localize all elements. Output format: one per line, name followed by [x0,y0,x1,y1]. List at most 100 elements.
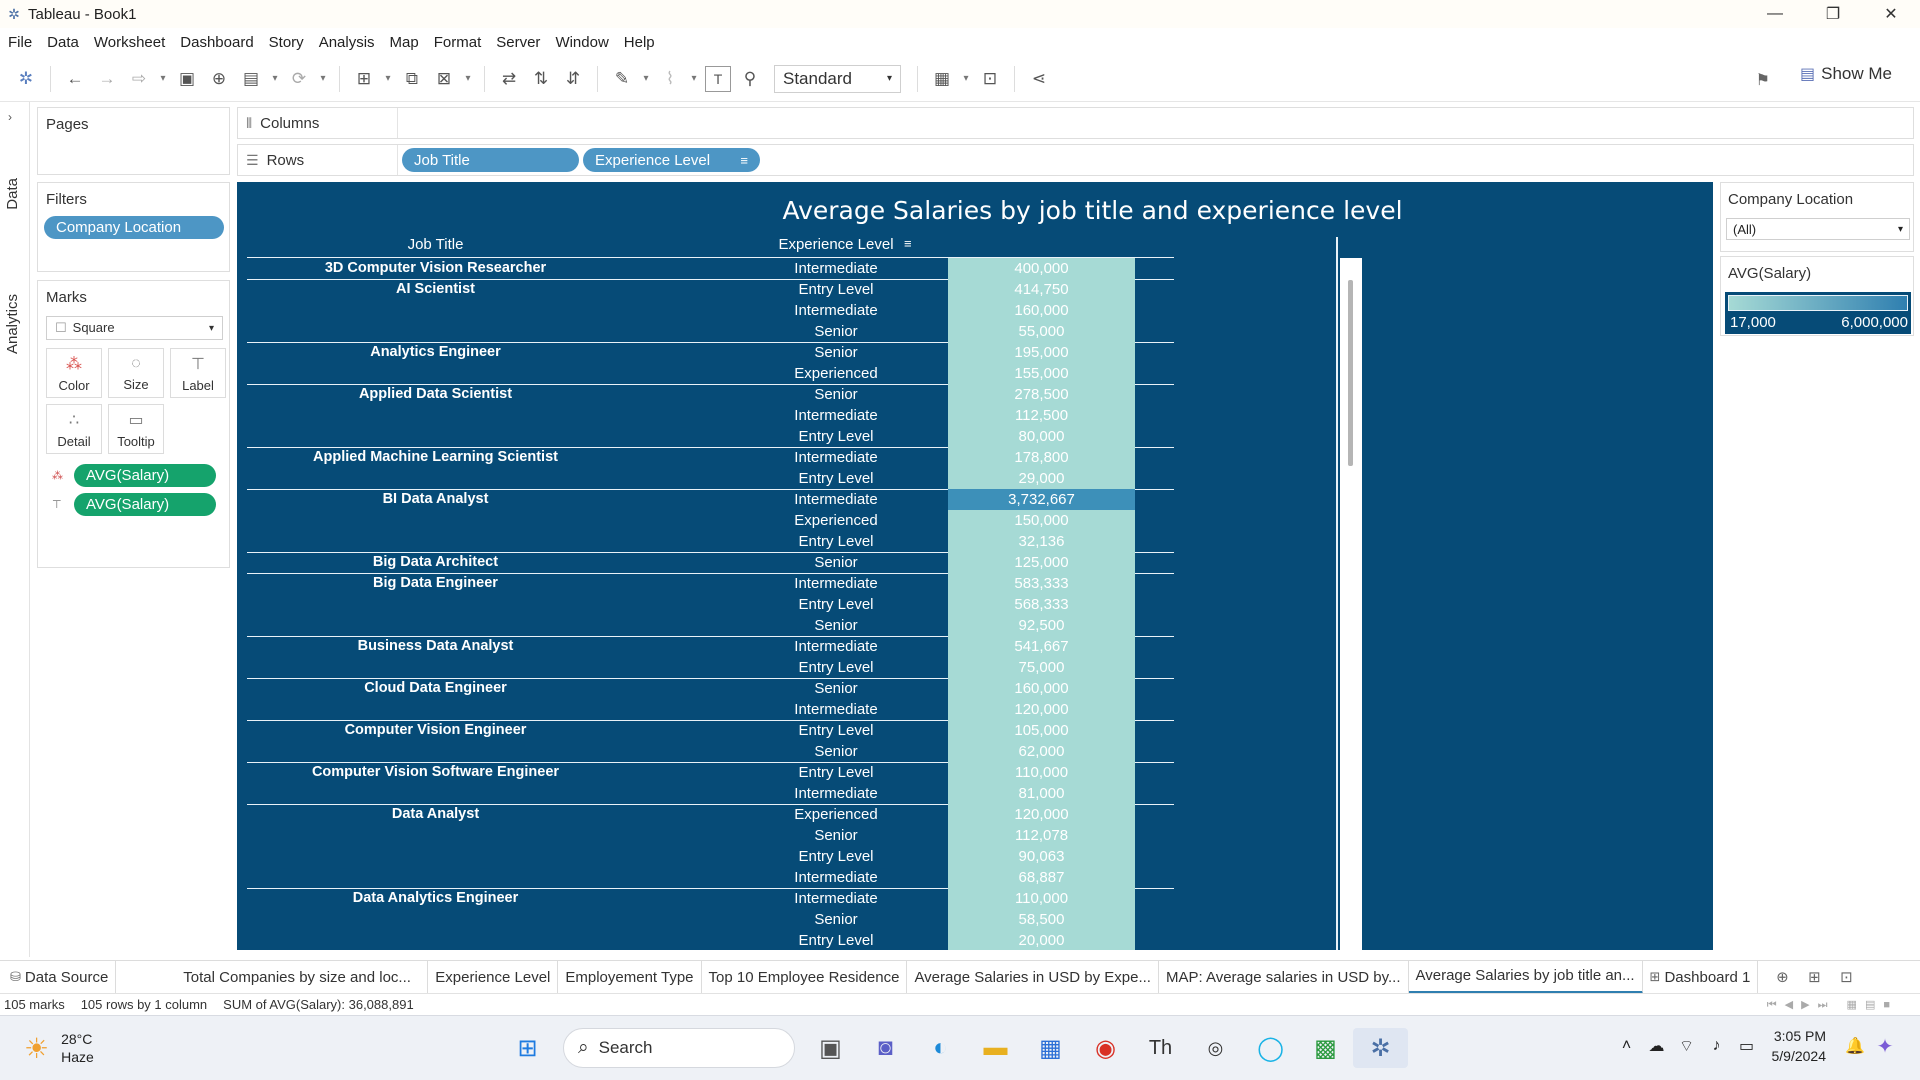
color-button[interactable]: ⁂ Color [46,348,102,398]
tab-experience-level[interactable]: Experience Level [428,960,559,994]
job-title-cell[interactable]: Cloud Data Engineer [247,678,624,699]
rows-pill-experience-level[interactable]: Experience Level ≡ [583,148,760,172]
salary-value-cell[interactable]: 90,063 [948,846,1135,867]
job-title-cell[interactable]: Business Data Analyst [247,636,624,657]
experience-level-cell[interactable]: Experienced [707,510,965,531]
experience-level-cell[interactable]: Entry Level [707,762,965,783]
copilot-icon[interactable]: ✦ [1870,1034,1900,1059]
menu-map[interactable]: Map [382,34,426,51]
sheet-navigation[interactable]: ⏮◀▶⏭ ▦▤■ [1767,998,1898,1012]
salary-value-cell[interactable]: 58,500 [948,909,1135,930]
job-title-cell[interactable]: Big Data Architect [247,552,624,573]
chevron-down-icon[interactable]: ▾ [315,63,331,95]
experience-level-cell[interactable]: Entry Level [707,531,965,552]
detail-button[interactable]: ∴ Detail [46,404,102,454]
salary-value-cell[interactable]: 125,000 [948,552,1135,573]
onedrive-icon[interactable]: ☁ [1642,1036,1672,1056]
refresh-icon[interactable]: ⟳ [283,63,315,95]
new-data-source-icon[interactable]: ⊕ [203,63,235,95]
salary-value-cell[interactable]: 3,732,667 [948,489,1135,510]
alexa-icon[interactable]: ◯ [1243,1028,1298,1068]
save-icon[interactable]: ▣ [171,63,203,95]
experience-level-cell[interactable]: Entry Level [707,279,965,300]
salary-value-cell[interactable]: 62,000 [948,741,1135,762]
chevron-down-icon[interactable]: ▾ [460,63,476,95]
experience-level-cell[interactable]: Intermediate [707,888,965,909]
weather-widget[interactable]: ☀ 28°C Haze [24,1030,94,1066]
tab-top-10-employee-residence[interactable]: Top 10 Employee Residence [702,960,908,994]
experience-level-cell[interactable]: Senior [707,384,965,405]
restore-icon[interactable]: ❐ [1804,0,1862,28]
job-title-cell[interactable]: AI Scientist [247,279,624,300]
experience-level-cell[interactable]: Senior [707,615,965,636]
salary-value-cell[interactable]: 400,000 [948,258,1135,279]
experience-level-cell[interactable]: Entry Level [707,846,965,867]
label-button[interactable]: ⊤ Label [170,348,226,398]
salary-value-cell[interactable]: 414,750 [948,279,1135,300]
menu-story[interactable]: Story [261,34,311,51]
clock[interactable]: 3:05 PM 5/9/2024 [1772,1026,1827,1066]
job-title-cell[interactable]: Applied Machine Learning Scientist [247,447,624,468]
label-pill-avg-salary[interactable]: AVG(Salary) [74,493,216,516]
sort-ascending-icon[interactable]: ⇅ [525,63,557,95]
pin-icon[interactable]: ⚑ [1756,70,1770,90]
show-cards-icon[interactable]: ▦ [926,63,958,95]
new-dashboard-icon[interactable]: ⊞ [1798,968,1830,986]
menu-data[interactable]: Data [39,34,86,51]
spreadsheet-app-icon[interactable]: ▩ [1298,1028,1353,1068]
tab-employement-type[interactable]: Employement Type [558,960,702,994]
tableau-home-icon[interactable]: ✲ [10,63,42,95]
salary-value-cell[interactable]: 68,887 [948,867,1135,888]
rows-shelf[interactable]: ☰ Rows Job Title Experience Level ≡ [237,144,1914,176]
experience-level-cell[interactable]: Experienced [707,804,965,825]
experience-level-cell[interactable]: Senior [707,825,965,846]
chevron-down-icon[interactable]: ▾ [638,63,654,95]
salary-value-cell[interactable]: 195,000 [948,342,1135,363]
salary-value-cell[interactable]: 150,000 [948,510,1135,531]
typora-icon[interactable]: Th [1133,1028,1188,1068]
presentation-mode-icon[interactable]: ⊡ [974,63,1006,95]
show-me-button[interactable]: ▤ Show Me [1800,64,1892,84]
salary-value-cell[interactable]: 583,333 [948,573,1135,594]
salary-value-cell[interactable]: 105,000 [948,720,1135,741]
chevron-down-icon[interactable]: ▾ [686,63,702,95]
volume-icon[interactable]: ♪ [1702,1037,1732,1055]
scrollbar-thumb[interactable] [1348,280,1353,466]
job-title-cell[interactable]: Data Analytics Engineer [247,888,624,909]
sort-icon[interactable]: ≡ [904,236,912,251]
close-icon[interactable]: ✕ [1862,0,1920,28]
dell-icon[interactable]: ◎ [1188,1028,1243,1068]
tab-dashboard-1[interactable]: ⊞ Dashboard 1 [1643,960,1759,994]
chevron-down-icon[interactable]: ▾ [958,63,974,95]
salary-value-cell[interactable]: 110,000 [948,888,1135,909]
share-icon[interactable]: ⋖ [1023,63,1055,95]
chevron-down-icon[interactable]: ▾ [380,63,396,95]
color-pill-avg-salary[interactable]: AVG(Salary) [74,464,216,487]
experience-level-cell[interactable]: Senior [707,321,965,342]
job-title-cell[interactable]: Computer Vision Software Engineer [247,762,624,783]
experience-level-cell[interactable]: Senior [707,552,965,573]
experience-level-cell[interactable]: Entry Level [707,930,965,950]
salary-value-cell[interactable]: 20,000 [948,930,1135,950]
pause-updates-icon[interactable]: ▤ [235,63,267,95]
experience-level-cell[interactable]: Intermediate [707,489,965,510]
salary-value-cell[interactable]: 81,000 [948,783,1135,804]
experience-level-cell[interactable]: Senior [707,741,965,762]
file-explorer-icon[interactable]: ▬ [968,1028,1023,1068]
experience-level-cell[interactable]: Intermediate [707,636,965,657]
menu-server[interactable]: Server [488,34,547,51]
salary-value-cell[interactable]: 178,800 [948,447,1135,468]
salary-value-cell[interactable]: 110,000 [948,762,1135,783]
taskbar-search[interactable]: ⌕ Search [563,1028,795,1068]
salary-value-cell[interactable]: 160,000 [948,300,1135,321]
tab-data[interactable]: Data [4,178,21,210]
new-worksheet-icon[interactable]: ⊕ [1766,968,1798,986]
experience-level-cell[interactable]: Intermediate [707,699,965,720]
experience-level-cell[interactable]: Intermediate [707,783,965,804]
job-title-cell[interactable]: Applied Data Scientist [247,384,624,405]
salary-value-cell[interactable]: 55,000 [948,321,1135,342]
tab-total-companies[interactable]: Total Companies by size and loc... [176,960,429,994]
chevron-right-icon[interactable]: › [8,110,12,124]
experience-level-cell[interactable]: Senior [707,678,965,699]
rows-pill-job-title[interactable]: Job Title [402,148,579,172]
